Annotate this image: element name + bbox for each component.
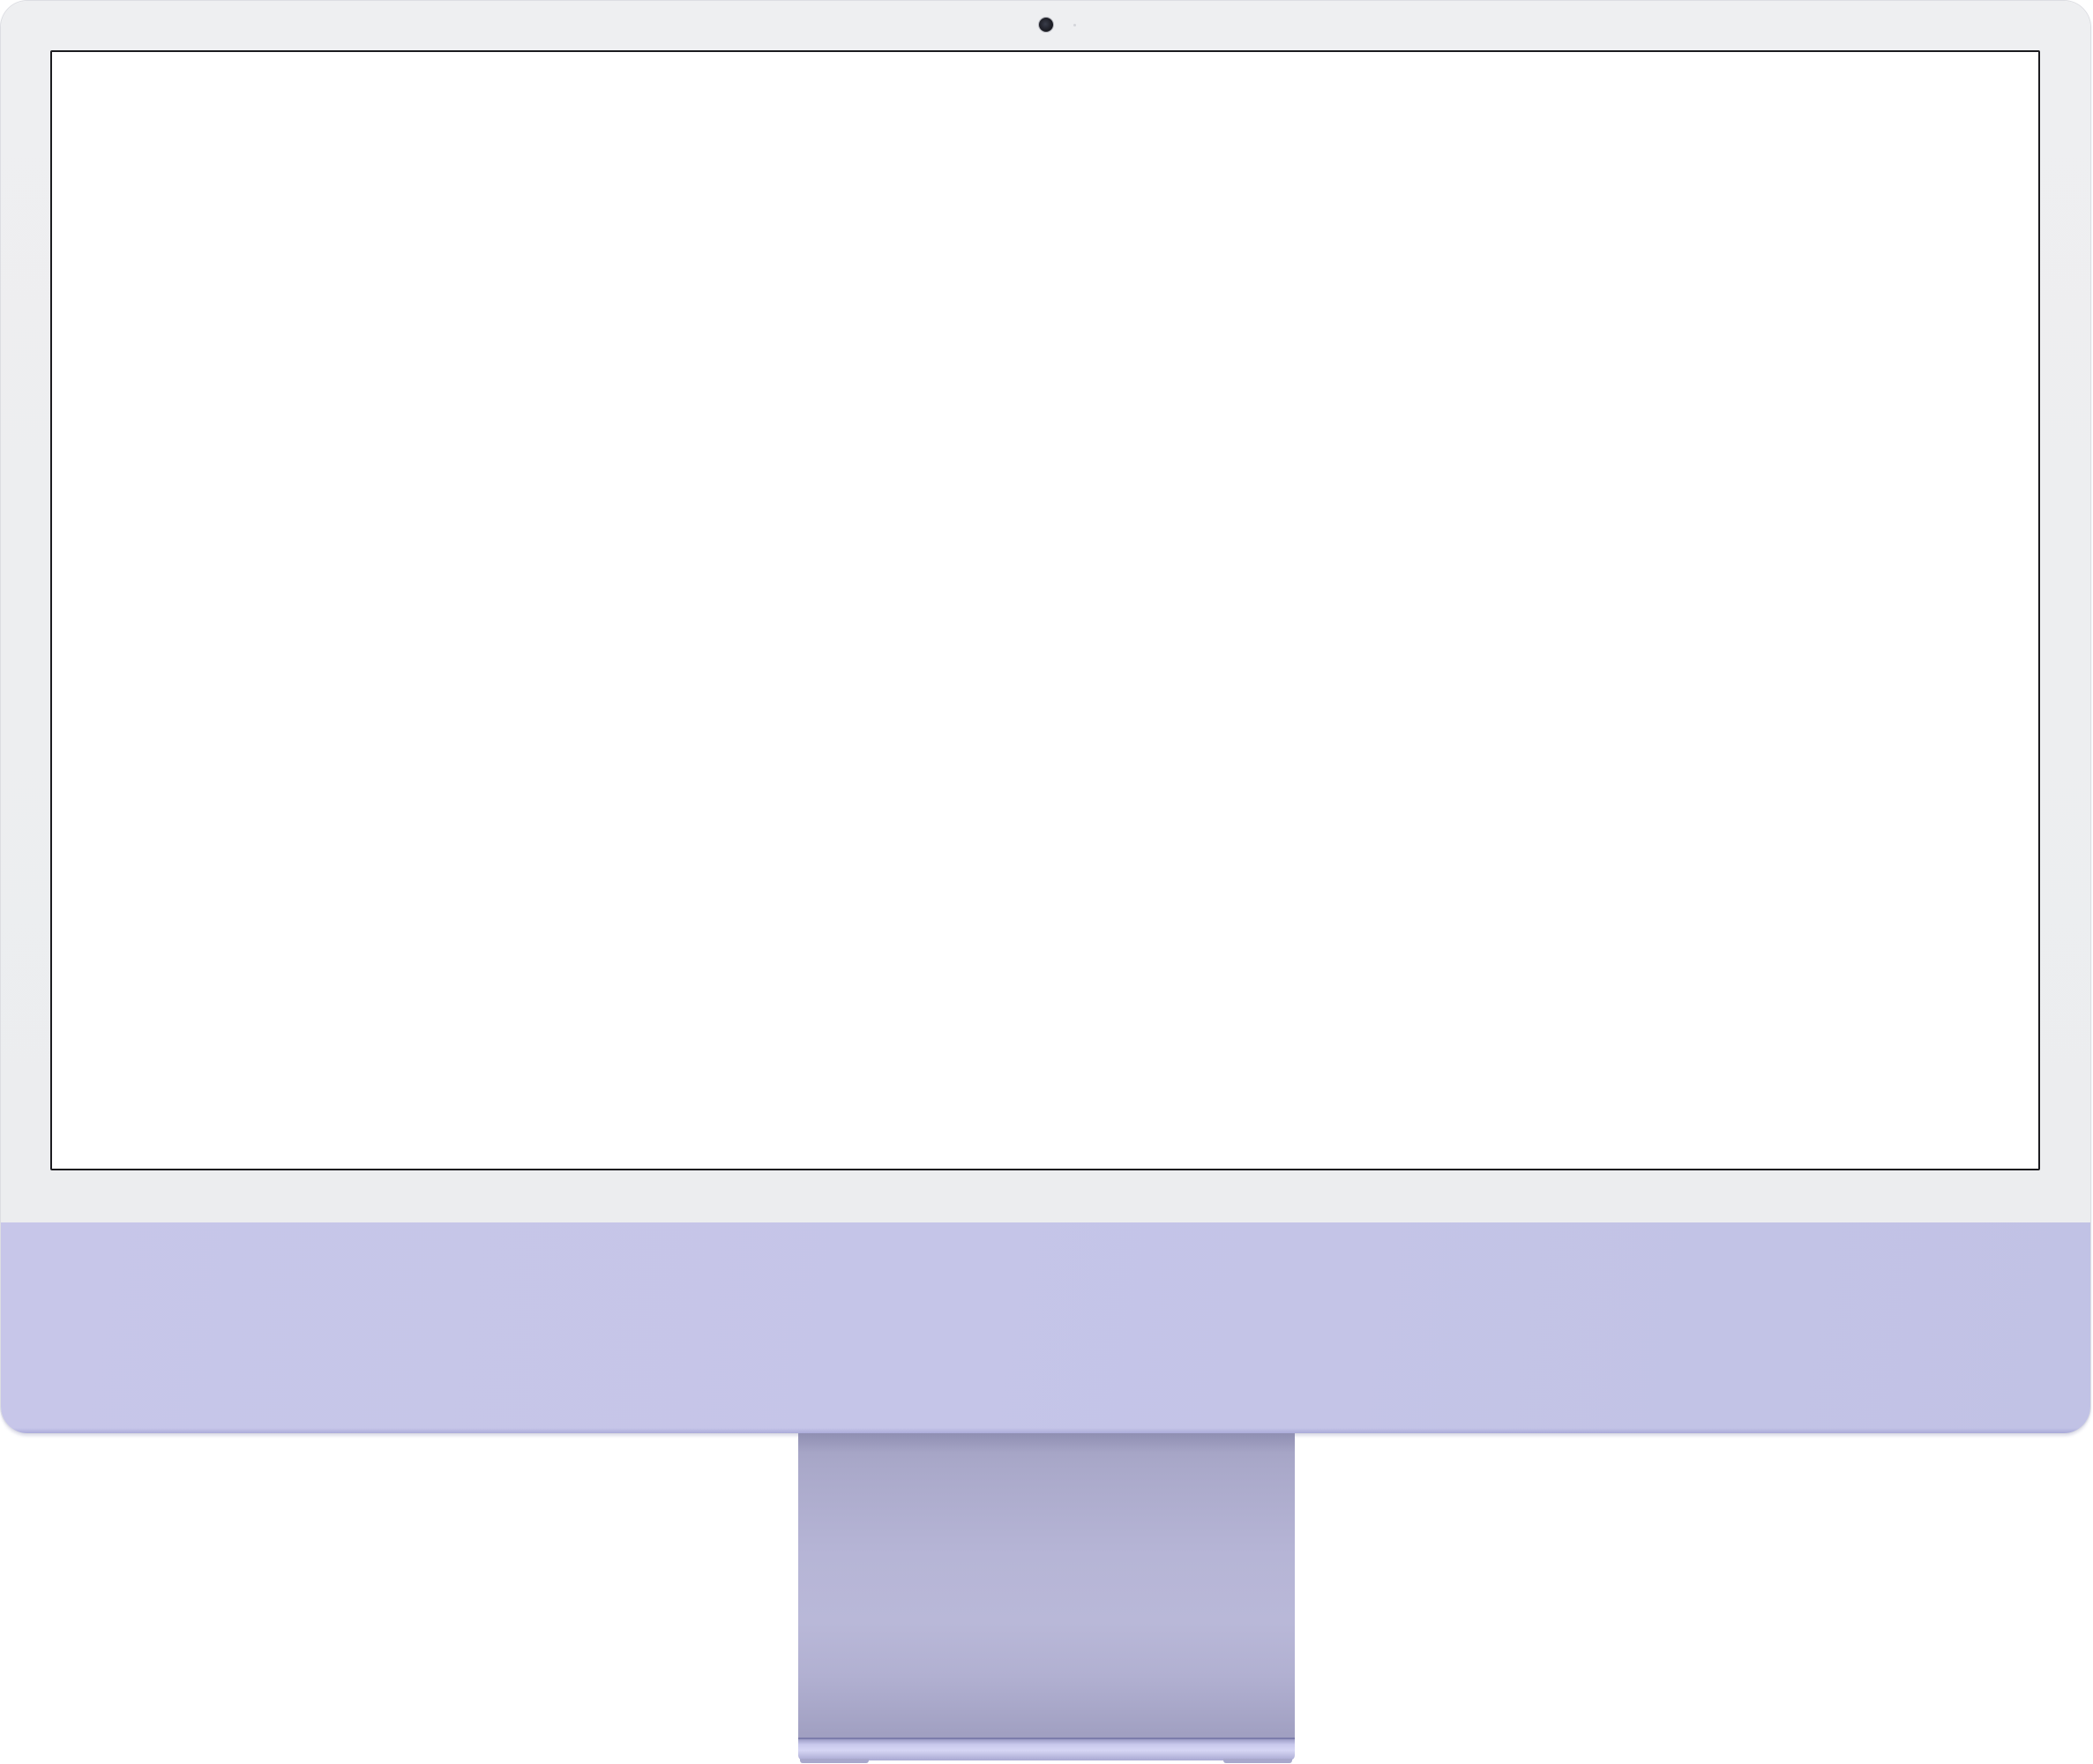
stand-foot-seam — [798, 1738, 1295, 1739]
monitor-chin — [1, 1222, 2090, 1433]
imac-monitor — [1, 1, 2090, 1433]
mockup-stage — [0, 0, 2093, 1764]
monitor-bezel — [1, 1, 2090, 1222]
display-screen — [50, 50, 2040, 1170]
foot-pad-right — [1223, 1759, 1292, 1763]
stand-foot — [798, 1738, 1295, 1760]
light-sensor — [1073, 24, 1076, 26]
camera-icon — [1039, 18, 1053, 32]
foot-pad-left — [800, 1759, 869, 1763]
stand-shadow — [798, 1433, 1295, 1453]
monitor-stand — [798, 1433, 1295, 1738]
